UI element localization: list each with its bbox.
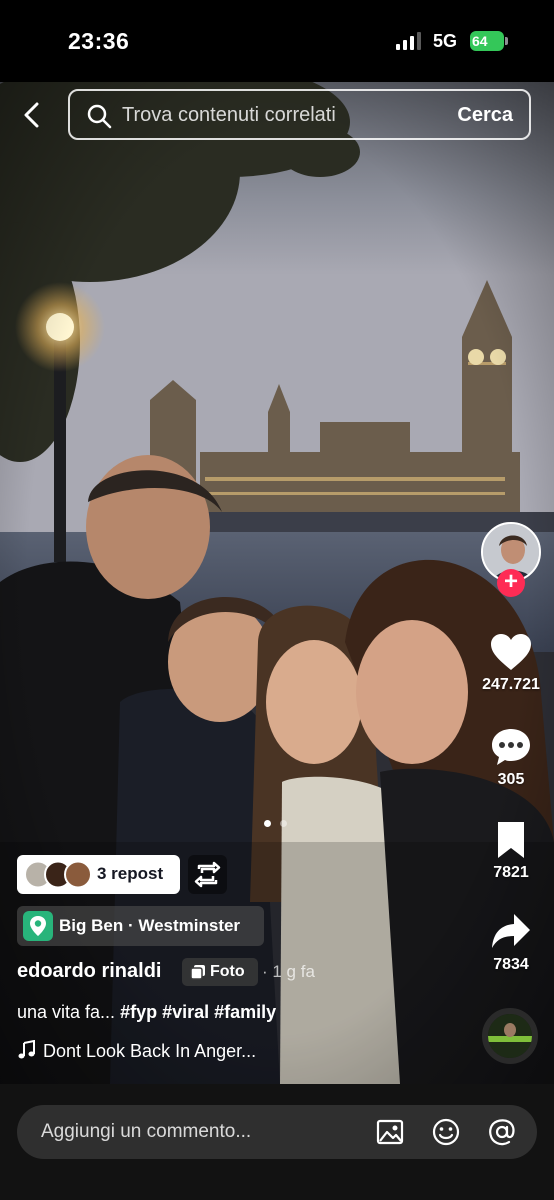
like-count: 247.721 (482, 676, 540, 693)
repost-label: 3 repost (97, 864, 164, 883)
status-time: 23:36 (68, 28, 130, 54)
post-type-badge: Foto (182, 958, 258, 986)
network-type: 5G (433, 31, 458, 51)
save-count: 7821 (493, 864, 529, 881)
username[interactable]: edoardo rinaldi (17, 960, 161, 983)
emoji-icon[interactable] (431, 1117, 461, 1147)
carousel-dot (280, 820, 288, 827)
photo-icon (190, 965, 205, 980)
share-count: 7834 (493, 956, 529, 973)
comment-placeholder: Aggiungi un commento... (41, 1121, 252, 1142)
share-icon (492, 914, 530, 948)
carousel-dot-active (264, 820, 271, 827)
comment-count: 305 (497, 771, 525, 788)
share-button[interactable]: 7834 (474, 912, 548, 974)
repost-pill[interactable]: 3 repost (17, 855, 180, 894)
status-bar: 23:36 5G 64 (0, 0, 554, 82)
comment-icon (492, 729, 530, 765)
location-chip[interactable]: Big Ben · Westminster (17, 906, 264, 946)
music-title: Dont Look Back In Anger... (43, 1041, 257, 1061)
comment-button[interactable]: 305 (474, 727, 548, 789)
search-placeholder: Trova contenuti correlati (122, 104, 336, 126)
caption-text: una vita fa... (17, 1002, 121, 1022)
image-icon[interactable] (375, 1117, 405, 1147)
bookmark-icon (498, 822, 524, 858)
follow-button[interactable]: + (497, 569, 525, 597)
location-pin-icon (23, 911, 53, 941)
location-label: Big Ben · Westminster (59, 916, 241, 935)
music-note-icon (18, 1040, 35, 1059)
save-button[interactable]: 7821 (474, 820, 548, 882)
mention-icon[interactable] (487, 1117, 517, 1147)
signal-icon (396, 32, 421, 50)
repost-avatars (24, 860, 92, 889)
back-icon[interactable] (18, 100, 48, 130)
carousel-indicator (264, 814, 292, 832)
music-label[interactable]: Dont Look Back In Anger... (17, 1040, 256, 1062)
repost-button[interactable] (188, 855, 227, 894)
music-disc[interactable] (482, 1008, 538, 1064)
search-icon (87, 104, 112, 129)
heart-icon (491, 634, 531, 670)
post-type-label: Foto (210, 963, 245, 980)
caption-hashtags[interactable]: #fyp #viral #family (120, 1002, 276, 1022)
search-input[interactable]: Trova contenuti correlati Cerca (68, 89, 531, 140)
repost-icon (194, 861, 221, 888)
creator-avatar[interactable]: + (481, 522, 541, 597)
comment-input[interactable]: Aggiungi un commento... (17, 1105, 537, 1159)
battery-level: 64 (470, 31, 504, 51)
caption[interactable]: una vita fa... #fyp #viral #family (17, 1002, 276, 1023)
like-button[interactable]: 247.721 (474, 632, 548, 694)
battery-icon: 64 (470, 31, 508, 51)
search-button[interactable]: Cerca (457, 104, 513, 127)
comment-bar: Aggiungi un commento... (0, 1084, 554, 1200)
post-time: · 1 g fa (262, 962, 315, 981)
